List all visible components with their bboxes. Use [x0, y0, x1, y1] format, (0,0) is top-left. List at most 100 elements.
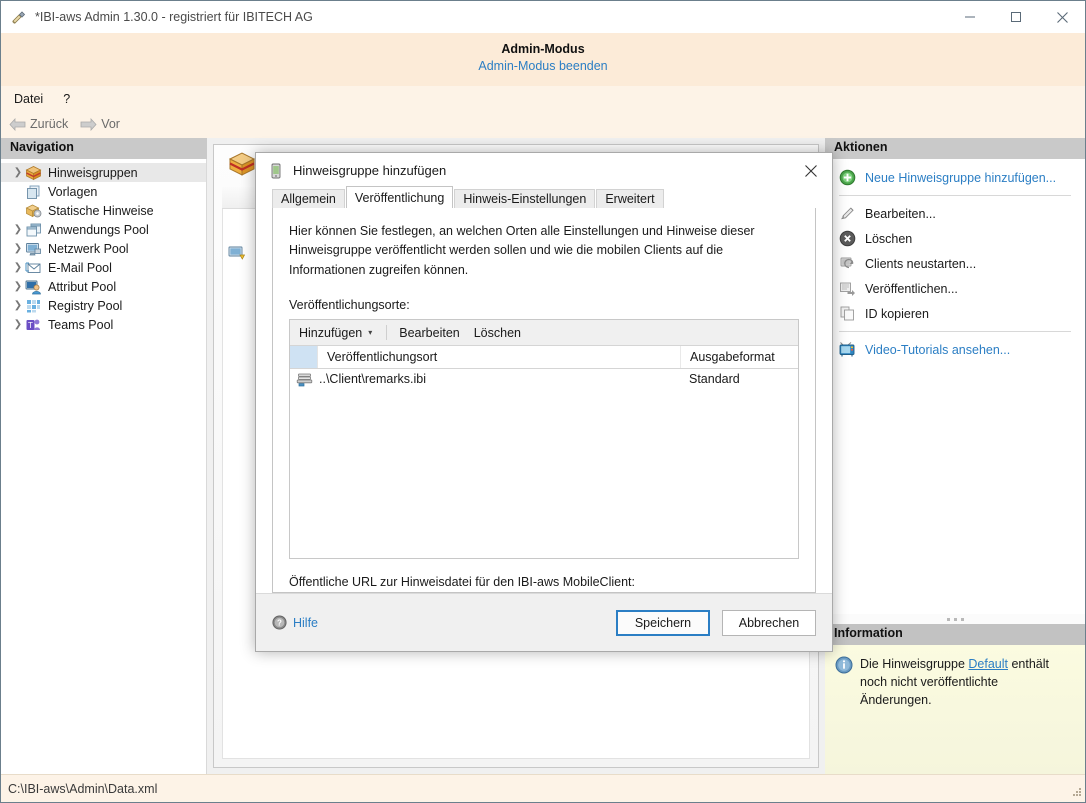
- sidebar-item-label: Attribut Pool: [48, 280, 116, 294]
- chevron-right-icon[interactable]: ❯: [11, 168, 25, 178]
- dialog-titlebar: Hinweisgruppe hinzufügen: [256, 153, 832, 188]
- action-video-tutorials[interactable]: Video-Tutorials ansehen...: [825, 337, 1085, 362]
- information-body: Die Hinweisgruppe Default enthält noch n…: [825, 645, 1085, 774]
- sidebar-item-email-pool[interactable]: ❯ E-Mail Pool: [1, 258, 206, 277]
- dialog-title: Hinweisgruppe hinzufügen: [293, 163, 446, 178]
- action-clients-neustarten[interactable]: Clients neustarten...: [825, 251, 1085, 276]
- actions-divider: [839, 195, 1071, 196]
- sidebar-item-label: Anwendungs Pool: [48, 223, 149, 237]
- sidebar-item-registry-pool[interactable]: ❯ Registry Pool: [1, 296, 206, 315]
- status-bar: C:\IBI-aws\Admin\Data.xml: [1, 774, 1085, 802]
- information-text: Die Hinweisgruppe Default enthält noch n…: [860, 655, 1073, 774]
- grid-add-button[interactable]: Hinzufügen ▾: [299, 326, 372, 340]
- help-link[interactable]: ? Hilfe: [272, 615, 318, 630]
- navigation-list: ❯ Hinweisgruppen: [1, 159, 207, 774]
- chevron-down-icon[interactable]: ▾: [368, 328, 372, 337]
- svg-text:?: ?: [277, 619, 282, 628]
- svg-text:T: T: [28, 321, 33, 330]
- windows-icon: [25, 222, 42, 238]
- grid-delete-button[interactable]: Löschen: [474, 326, 521, 340]
- splitter-dot: [947, 618, 950, 621]
- sidebar-item-vorlagen[interactable]: Vorlagen: [1, 182, 206, 201]
- save-button[interactable]: Speichern: [616, 610, 710, 636]
- splitter-dot: [961, 618, 964, 621]
- menu-item-help[interactable]: ?: [63, 92, 70, 106]
- package-icon: [25, 165, 42, 181]
- action-bearbeiten[interactable]: Bearbeiten...: [825, 201, 1085, 226]
- chevron-right-icon[interactable]: ❯: [11, 282, 25, 292]
- tab-hinweis-einstellungen[interactable]: Hinweis-Einstellungen: [454, 189, 595, 209]
- package-icon: [228, 151, 256, 177]
- action-label: ID kopieren: [865, 307, 929, 321]
- window-title: *IBI-aws Admin 1.30.0 - registriert für …: [35, 10, 313, 24]
- chevron-right-icon[interactable]: ❯: [11, 225, 25, 235]
- actions-list: Neue Hinweisgruppe hinzufügen... Bearbei…: [825, 159, 1085, 362]
- publish-icon: [839, 280, 856, 297]
- help-link-label: Hilfe: [293, 616, 318, 630]
- admin-mode-exit-link[interactable]: Admin-Modus beenden: [1, 59, 1085, 73]
- window-controls: [947, 1, 1085, 33]
- tv-icon: [839, 341, 856, 358]
- maximize-button[interactable]: [993, 1, 1039, 33]
- copy-icon: [839, 305, 856, 322]
- action-veroeffentlichen[interactable]: Veröffentlichen...: [825, 276, 1085, 301]
- restart-icon: [839, 255, 856, 272]
- table-row[interactable]: ..\Client\remarks.ibi Standard: [290, 369, 798, 389]
- grid-edit-button[interactable]: Bearbeiten: [399, 326, 459, 340]
- action-label: Bearbeiten...: [865, 207, 936, 221]
- sidebar-item-statische-hinweise[interactable]: Statische Hinweise: [1, 201, 206, 220]
- actions-panel: Aktionen Neue Hinweisgruppe hinzufügen..…: [825, 138, 1085, 774]
- back-button[interactable]: Zurück: [9, 117, 68, 131]
- pencil-icon: [839, 205, 856, 222]
- action-label: Veröffentlichen...: [865, 282, 958, 296]
- chevron-right-icon[interactable]: ❯: [11, 244, 25, 254]
- network-warning-icon: [228, 245, 250, 265]
- sidebar-item-anwendungs-pool[interactable]: ❯ Anwendungs Pool: [1, 220, 206, 239]
- cancel-button[interactable]: Abbrechen: [722, 610, 816, 636]
- mobile-device-icon: [268, 163, 284, 179]
- sidebar-item-label: Netzwerk Pool: [48, 242, 129, 256]
- dialog-button-row: Speichern Abbrechen: [604, 610, 816, 636]
- chevron-right-icon[interactable]: ❯: [11, 320, 25, 330]
- minimize-button[interactable]: [947, 1, 993, 33]
- arrow-right-icon: [80, 118, 97, 131]
- information-link[interactable]: Default: [968, 657, 1008, 671]
- tab-allgemein[interactable]: Allgemein: [272, 189, 345, 209]
- information-panel: Information Die Hinweisgruppe Default en…: [825, 624, 1085, 774]
- action-label: Neue Hinweisgruppe hinzufügen...: [865, 171, 1056, 185]
- sidebar-item-teams-pool[interactable]: ❯ T Teams Pool: [1, 315, 206, 334]
- navigation-toolbar: Zurück Vor: [1, 111, 1085, 137]
- action-add-hinweisgruppe[interactable]: Neue Hinweisgruppe hinzufügen...: [825, 165, 1085, 190]
- splitter-dot: [954, 618, 957, 621]
- back-button-label: Zurück: [30, 117, 68, 131]
- column-header-format[interactable]: Ausgabeformat: [680, 346, 798, 368]
- chevron-right-icon[interactable]: ❯: [11, 263, 25, 273]
- templates-icon: [25, 184, 42, 200]
- tab-erweitert[interactable]: Erweitert: [596, 189, 663, 209]
- forward-button[interactable]: Vor: [80, 117, 120, 131]
- app-icon: [10, 8, 28, 26]
- sidebar-item-netzwerk-pool[interactable]: ❯ Netzwerk Pool: [1, 239, 206, 258]
- tab-veroeffentlichung[interactable]: Veröffentlichung: [346, 186, 453, 208]
- sidebar-item-hinweisgruppen[interactable]: ❯ Hinweisgruppen: [1, 163, 206, 182]
- action-loeschen[interactable]: Löschen: [825, 226, 1085, 251]
- content-grid-row[interactable]: [228, 245, 255, 265]
- admin-mode-title: Admin-Modus: [1, 42, 1085, 56]
- resize-grip[interactable]: [1068, 785, 1082, 799]
- actions-divider: [839, 331, 1071, 332]
- action-id-kopieren[interactable]: ID kopieren: [825, 301, 1085, 326]
- url-label: Öffentliche URL zur Hinweisdatei für den…: [289, 575, 799, 589]
- locations-grid-header: Veröffentlichungsort Ausgabeformat: [290, 346, 798, 369]
- chevron-right-icon[interactable]: ❯: [11, 301, 25, 311]
- column-header-location[interactable]: Veröffentlichungsort: [318, 346, 680, 368]
- server-icon: [290, 372, 318, 387]
- close-button[interactable]: [1039, 1, 1085, 33]
- sidebar-item-label: Teams Pool: [48, 318, 113, 332]
- add-hinweisgruppe-dialog: Hinweisgruppe hinzufügen Allgemein Veröf…: [255, 152, 833, 652]
- menu-item-datei[interactable]: Datei: [14, 92, 43, 106]
- grid-add-label: Hinzufügen: [299, 326, 362, 340]
- dialog-close-button[interactable]: [790, 153, 832, 188]
- panel-splitter[interactable]: [825, 614, 1085, 624]
- select-all-column-header[interactable]: [290, 346, 318, 368]
- sidebar-item-attribut-pool[interactable]: ❯ Attribut Pool: [1, 277, 206, 296]
